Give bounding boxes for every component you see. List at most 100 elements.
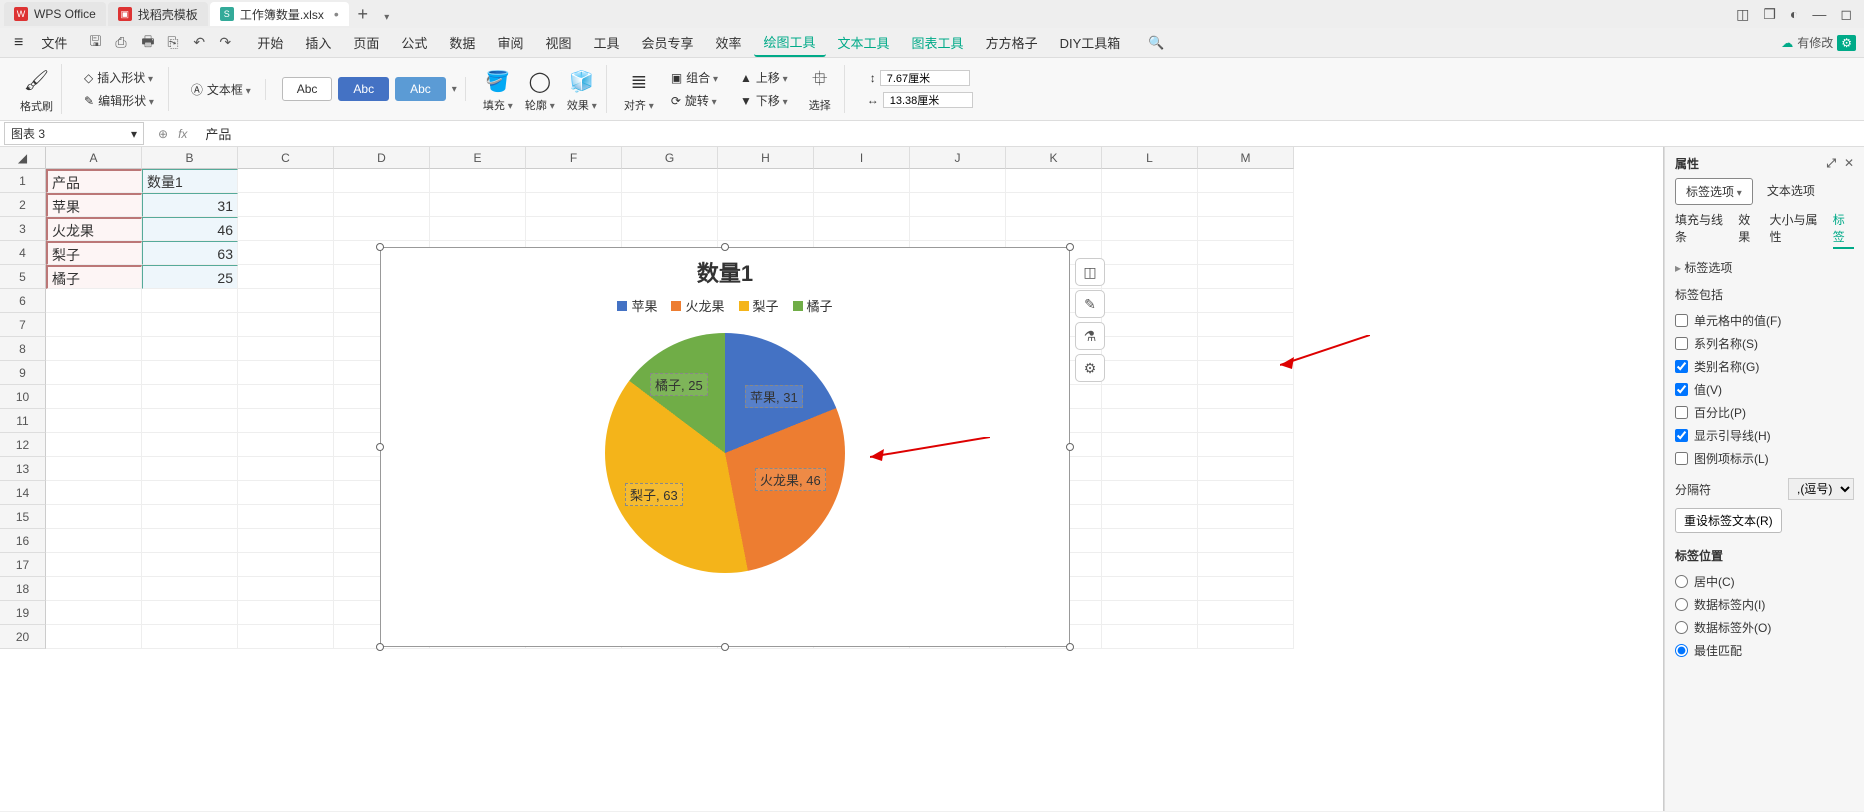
row-header[interactable]: 10 (0, 385, 46, 409)
data-label[interactable]: 火龙果, 46 (755, 468, 826, 491)
rotate-button[interactable]: ⟳旋转 (665, 90, 724, 111)
reset-label-button[interactable]: 重设标签文本(R) (1675, 508, 1782, 533)
cell[interactable] (526, 169, 622, 193)
menu-view[interactable]: 视图 (535, 29, 581, 56)
resize-handle[interactable] (376, 443, 384, 451)
cell[interactable] (238, 265, 334, 289)
cell[interactable] (46, 529, 142, 553)
cell[interactable] (1102, 265, 1198, 289)
minimize-icon[interactable]: — (1812, 6, 1826, 23)
menu-efficiency[interactable]: 效率 (706, 29, 752, 56)
col-B[interactable]: B (142, 147, 238, 169)
opt-series-name[interactable]: 系列名称(S) (1675, 332, 1854, 355)
cell[interactable] (1198, 217, 1294, 241)
pos-inside[interactable]: 数据标签内(I) (1675, 593, 1854, 616)
align-icon[interactable]: ≣ (623, 65, 655, 97)
cell[interactable] (238, 457, 334, 481)
cell[interactable] (1198, 625, 1294, 649)
cell[interactable] (238, 553, 334, 577)
pos-bestfit[interactable]: 最佳匹配 (1675, 639, 1854, 662)
cell[interactable]: 梨子 (46, 241, 142, 265)
cell[interactable] (238, 289, 334, 313)
cell[interactable] (430, 217, 526, 241)
cell[interactable] (718, 169, 814, 193)
cell[interactable] (238, 193, 334, 217)
data-label[interactable]: 苹果, 31 (745, 385, 803, 408)
cell[interactable] (814, 217, 910, 241)
cell[interactable]: 火龙果 (46, 217, 142, 241)
col-C[interactable]: C (238, 147, 334, 169)
cell[interactable] (238, 241, 334, 265)
cell[interactable] (718, 217, 814, 241)
print-icon[interactable]: 🖶 (141, 35, 157, 51)
cell[interactable]: 25 (142, 265, 238, 289)
cell[interactable]: 63 (142, 241, 238, 265)
row-header[interactable]: 9 (0, 361, 46, 385)
cell[interactable] (46, 313, 142, 337)
cell[interactable] (1198, 289, 1294, 313)
cell[interactable] (238, 169, 334, 193)
cell[interactable] (142, 577, 238, 601)
cell[interactable] (238, 217, 334, 241)
resize-handle[interactable] (376, 243, 384, 251)
subtab-size[interactable]: 大小与属性 (1770, 211, 1823, 249)
cell[interactable] (814, 169, 910, 193)
subtab-fill[interactable]: 填充与线条 (1675, 211, 1728, 249)
data-label[interactable]: 橘子, 25 (650, 373, 708, 396)
cell[interactable] (46, 601, 142, 625)
cell[interactable] (1198, 385, 1294, 409)
tab-list-button[interactable] (375, 4, 399, 25)
cell[interactable] (46, 337, 142, 361)
row-header[interactable]: 16 (0, 529, 46, 553)
effect-icon[interactable]: 🧊 (566, 65, 598, 97)
redo-icon[interactable]: ↷ (219, 35, 235, 51)
cell[interactable] (238, 505, 334, 529)
opt-legend-key[interactable]: 图例项标示(L) (1675, 447, 1854, 470)
cell[interactable] (1198, 577, 1294, 601)
menu-fanggezi[interactable]: 方方格子 (976, 29, 1048, 56)
cell[interactable] (142, 601, 238, 625)
row-header[interactable]: 7 (0, 313, 46, 337)
hamburger-icon[interactable]: ≡ (8, 34, 29, 52)
row-header[interactable]: 3 (0, 217, 46, 241)
cell[interactable] (142, 385, 238, 409)
cell[interactable] (238, 481, 334, 505)
style-plain[interactable]: Abc (282, 77, 333, 101)
cell[interactable] (238, 577, 334, 601)
select-icon[interactable]: ⯐ (804, 65, 836, 97)
copy-icon[interactable]: ⎘ (167, 35, 183, 51)
row-header[interactable]: 2 (0, 193, 46, 217)
cell[interactable] (526, 217, 622, 241)
cell[interactable] (46, 289, 142, 313)
print-preview-icon[interactable]: ⎙ (115, 35, 131, 51)
cell[interactable] (1198, 193, 1294, 217)
cell[interactable] (1006, 217, 1102, 241)
maximize-icon[interactable]: ◻ (1840, 6, 1852, 23)
close-panel-icon[interactable]: ✕ (1844, 156, 1854, 171)
text-box-button[interactable]: Ⓐ文本框 (185, 79, 257, 100)
avatar-icon[interactable]: ◐ (1790, 6, 1798, 23)
cell[interactable] (1102, 313, 1198, 337)
menu-text-tools[interactable]: 文本工具 (828, 29, 900, 56)
menu-chart-tools[interactable]: 图表工具 (902, 29, 974, 56)
col-K[interactable]: K (1006, 147, 1102, 169)
cell[interactable] (46, 553, 142, 577)
cell[interactable] (526, 193, 622, 217)
cell[interactable] (1102, 457, 1198, 481)
row-header[interactable]: 6 (0, 289, 46, 313)
subtab-effect[interactable]: 效果 (1738, 211, 1759, 249)
zoom-icon[interactable]: ⊕ (158, 127, 168, 141)
resize-handle[interactable] (1066, 443, 1074, 451)
cell[interactable] (1198, 553, 1294, 577)
cell[interactable] (238, 337, 334, 361)
cell[interactable] (142, 481, 238, 505)
chart-legend[interactable]: 苹果 火龙果 梨子 橘子 (381, 296, 1069, 315)
cell[interactable] (1102, 505, 1198, 529)
cell[interactable] (1102, 529, 1198, 553)
cell[interactable] (1006, 193, 1102, 217)
cell[interactable] (238, 433, 334, 457)
cell[interactable] (1102, 193, 1198, 217)
cell[interactable] (142, 457, 238, 481)
cell[interactable] (46, 625, 142, 649)
cell[interactable] (142, 361, 238, 385)
